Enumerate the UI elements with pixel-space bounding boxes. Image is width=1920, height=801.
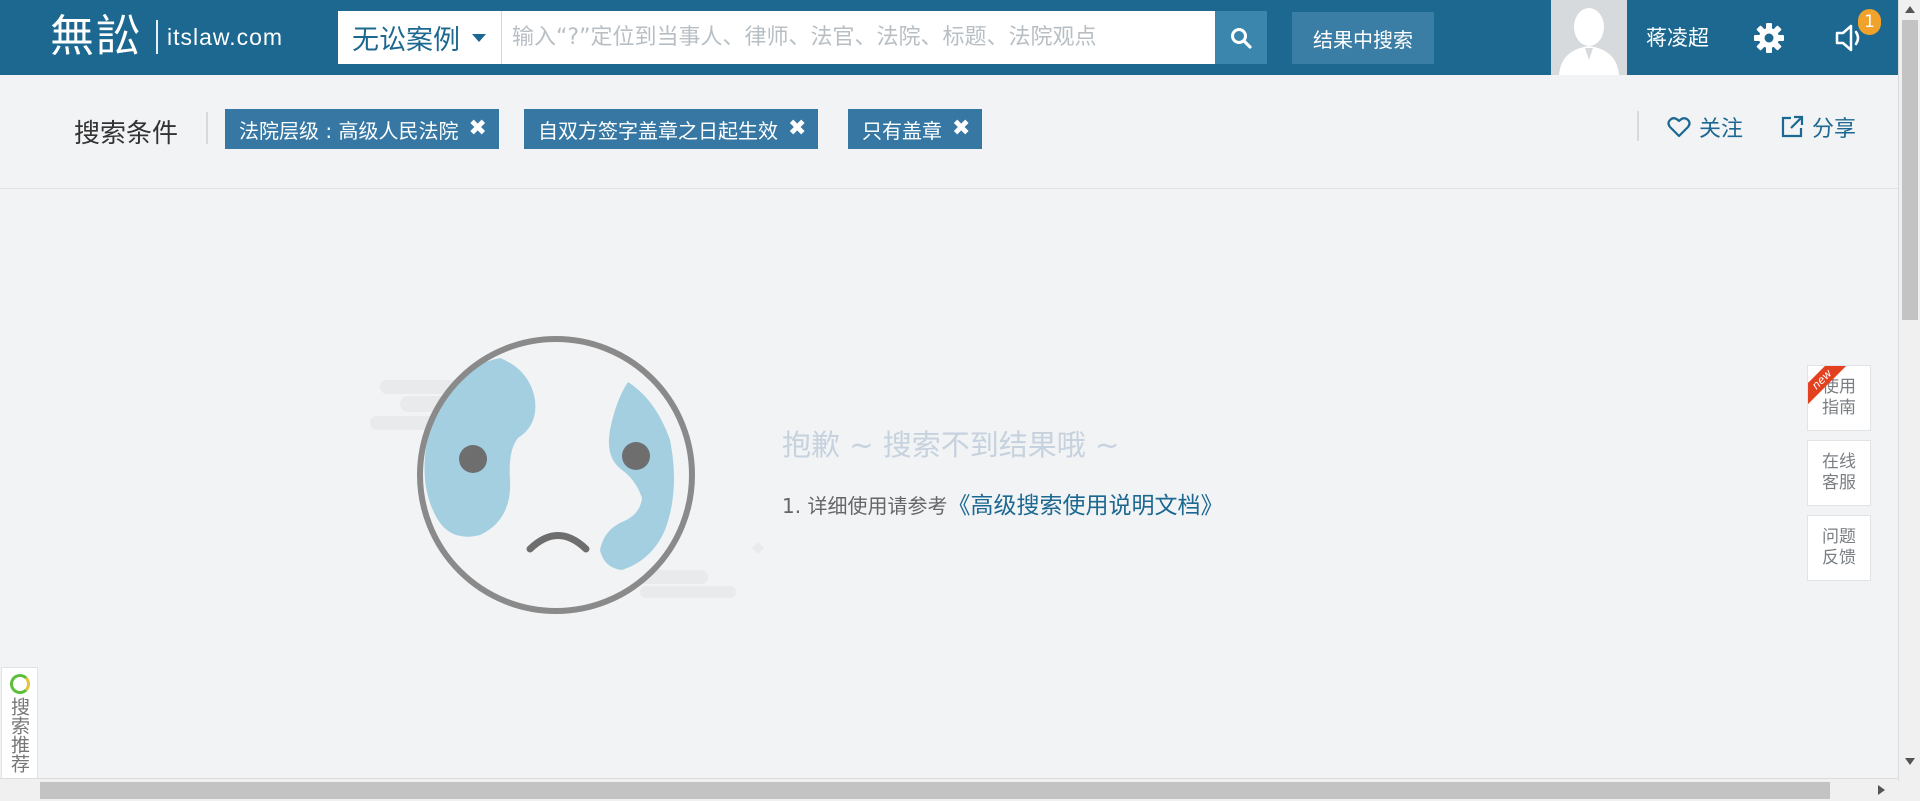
gear-icon[interactable] xyxy=(1753,22,1785,54)
vertical-scroll-thumb[interactable] xyxy=(1902,20,1918,320)
filter-chip-court-level[interactable]: 法院层级 : 高级人民法院 ✖ xyxy=(225,109,499,149)
search-button[interactable] xyxy=(1215,11,1267,64)
feedback-button[interactable]: 问题 反馈 xyxy=(1807,515,1871,581)
search-type-label: 无讼案例 xyxy=(352,25,460,56)
logo-mark: 無訟 xyxy=(50,11,142,62)
chip-label: 自双方签字盖章之日起生效 xyxy=(538,118,778,143)
horizontal-scroll-thumb[interactable] xyxy=(40,782,1830,799)
follow-label: 关注 xyxy=(1699,117,1744,142)
close-icon[interactable]: ✖ xyxy=(788,118,806,140)
filter-title: 搜索条件 xyxy=(74,119,179,149)
scroll-right-arrow-icon[interactable] xyxy=(1878,785,1885,795)
search-bar: 无讼案例 xyxy=(338,11,1267,64)
sad-globe-illustration xyxy=(370,336,764,614)
advanced-search-doc-link[interactable]: 《高级搜索使用说明文档》 xyxy=(947,493,1223,519)
recommend-label: 搜索推荐 xyxy=(8,697,30,773)
logo-domain: itslaw.com xyxy=(167,23,284,50)
empty-result-message: 抱歉 ~ 搜索不到结果哦 ~ xyxy=(782,428,1120,462)
filter-chip-seal-only[interactable]: 只有盖章 ✖ xyxy=(848,109,983,149)
chip-label: 只有盖章 xyxy=(862,118,942,143)
site-logo[interactable]: 無訟 itslaw.com xyxy=(50,12,283,62)
horizontal-scrollbar[interactable] xyxy=(0,778,1898,801)
online-service-button[interactable]: 在线 客服 xyxy=(1807,440,1871,506)
user-silhouette-icon xyxy=(1551,0,1627,75)
tool-label-line2: 反馈 xyxy=(1822,548,1856,568)
username[interactable]: 蒋凌超 xyxy=(1646,22,1709,52)
top-navbar: 無訟 itslaw.com 无讼案例 结果中搜索 蒋凌超 xyxy=(0,0,1898,75)
scroll-down-arrow-icon[interactable] xyxy=(1905,758,1915,765)
empty-result-tip: 1. 详细使用请参考《高级搜索使用说明文档》 xyxy=(782,486,1223,520)
vertical-scrollbar[interactable] xyxy=(1898,0,1920,781)
search-input[interactable] xyxy=(502,11,1215,64)
follow-button[interactable]: 关注 xyxy=(1667,111,1743,143)
search-icon xyxy=(1231,27,1252,49)
actions-divider xyxy=(1637,111,1639,141)
tip-prefix: 1. 详细使用请参考 xyxy=(782,494,948,518)
filter-divider xyxy=(206,112,208,144)
tool-label-line2: 客服 xyxy=(1822,473,1856,493)
search-within-results-button[interactable]: 结果中搜索 xyxy=(1292,12,1434,64)
tool-label-line2: 指南 xyxy=(1822,398,1856,418)
chevron-down-icon xyxy=(472,33,486,42)
share-button[interactable]: 分享 xyxy=(1780,111,1856,143)
heart-icon xyxy=(1667,117,1691,138)
close-icon[interactable]: ✖ xyxy=(952,118,970,140)
share-label: 分享 xyxy=(1812,117,1857,142)
filter-chip-effective-date[interactable]: 自双方签字盖章之日起生效 ✖ xyxy=(524,109,819,149)
scrollbar-corner xyxy=(1898,781,1920,801)
notification-badge: 1 xyxy=(1858,9,1881,35)
tool-label-line1: 在线 xyxy=(1822,452,1856,472)
share-icon xyxy=(1781,115,1804,138)
search-type-dropdown[interactable]: 无讼案例 xyxy=(338,11,502,64)
scroll-up-arrow-icon[interactable] xyxy=(1905,6,1915,13)
recommend-ring-icon xyxy=(9,674,30,694)
chip-label: 法院层级 : 高级人民法院 xyxy=(239,118,459,143)
logo-divider xyxy=(156,20,158,54)
search-recommend-tab[interactable]: 搜索推荐 xyxy=(1,667,38,792)
avatar[interactable] xyxy=(1551,0,1627,75)
tool-label-line1: 问题 xyxy=(1822,527,1856,547)
close-icon[interactable]: ✖ xyxy=(468,118,486,140)
user-guide-button[interactable]: new 使用 指南 xyxy=(1807,365,1871,431)
filter-bar: 搜索条件 法院层级 : 高级人民法院 ✖ 自双方签字盖章之日起生效 ✖ 只有盖章… xyxy=(0,75,1898,189)
